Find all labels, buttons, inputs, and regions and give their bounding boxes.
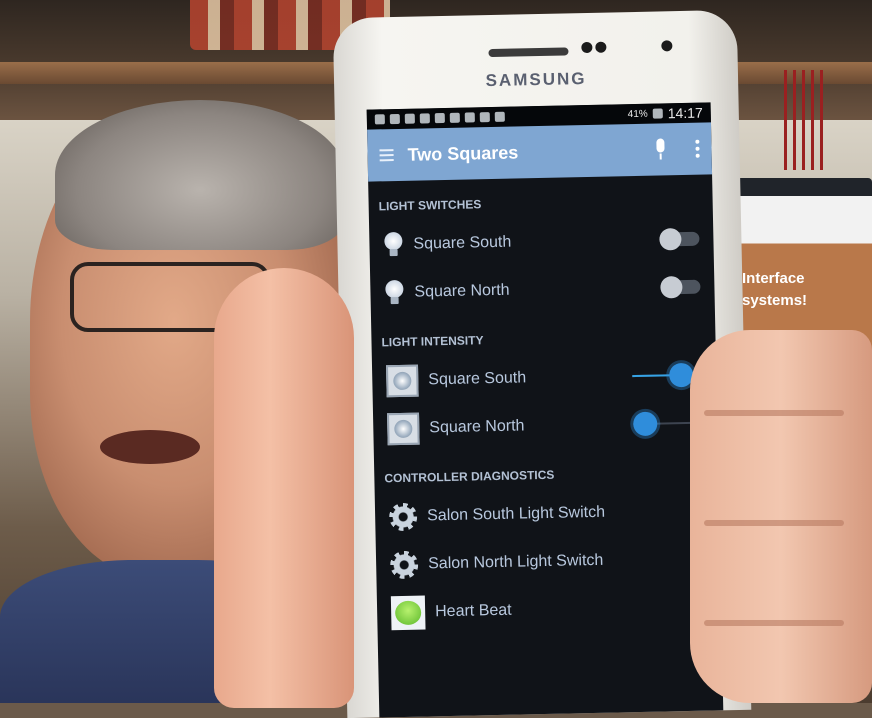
- dimmer-label: Square South: [428, 367, 622, 389]
- switch-row-square-north[interactable]: Square North: [370, 262, 715, 317]
- battery-percentage: 41%: [628, 108, 648, 119]
- person-hair: [55, 100, 345, 250]
- dimmer-row-square-south[interactable]: Square South: [372, 350, 717, 405]
- dimmer-icon: [387, 413, 420, 446]
- phone-sensor: [595, 42, 606, 53]
- wifi-icon: [480, 112, 490, 122]
- person-mouth: [100, 430, 200, 464]
- nfc-icon: [465, 112, 475, 122]
- gear-icon: [390, 551, 419, 580]
- raised-finger: [214, 268, 354, 708]
- app-title: Two Squares: [407, 139, 639, 165]
- dimmer-row-square-north[interactable]: Square North: [373, 398, 718, 453]
- diagnostic-row-salon-north[interactable]: Salon North Light Switch: [376, 534, 721, 589]
- monitor-text-line-2: systems!: [742, 290, 872, 312]
- dimmer-label: Square North: [429, 415, 623, 437]
- notification-icon: [405, 114, 415, 124]
- bulb-icon: [383, 232, 404, 258]
- notification-icon: [420, 113, 430, 123]
- diagnostic-label: Salon South Light Switch: [427, 502, 705, 526]
- bulb-icon: [384, 280, 405, 306]
- cables: [784, 70, 824, 170]
- battery-icon: [653, 108, 663, 118]
- signal-icon: [495, 112, 505, 122]
- overflow-menu-icon[interactable]: [695, 140, 699, 158]
- notification-icon: [450, 113, 460, 123]
- monitor-text-line-1: Interface: [742, 268, 872, 290]
- diagnostic-row-heart-beat[interactable]: Heart Beat: [377, 582, 722, 637]
- diagnostic-label: Heart Beat: [435, 598, 707, 622]
- dimmer-icon: [386, 365, 419, 398]
- smiley-icon: [391, 596, 426, 631]
- app-bar: Two Squares: [367, 122, 712, 181]
- status-clock: 14:17: [668, 105, 703, 122]
- notification-icon: [375, 114, 385, 124]
- switch-row-square-south[interactable]: Square South: [369, 214, 714, 269]
- switch-label: Square North: [414, 279, 652, 302]
- holding-hand: [690, 330, 872, 703]
- phone-speaker: [488, 47, 568, 57]
- gear-icon: [389, 503, 418, 532]
- phone-sensor: [581, 42, 592, 53]
- background-monitor-text: Interface systems!: [742, 268, 872, 312]
- switch-label: Square South: [413, 231, 651, 254]
- diagnostic-row-salon-south[interactable]: Salon South Light Switch: [375, 486, 720, 541]
- knuckle-crease: [704, 520, 844, 526]
- notification-icons: [375, 109, 623, 124]
- front-camera: [661, 40, 672, 51]
- phone-brand: SAMSUNG: [334, 66, 738, 94]
- notification-icon: [435, 113, 445, 123]
- mic-icon[interactable]: [653, 138, 667, 160]
- knuckle-crease: [704, 620, 844, 626]
- slider-thumb[interactable]: [633, 412, 657, 436]
- menu-icon[interactable]: [379, 149, 393, 161]
- toggle-switch[interactable]: [662, 280, 700, 295]
- knuckle-crease: [704, 410, 844, 416]
- notification-icon: [390, 114, 400, 124]
- phone-screen: 41% 14:17 Two Squares LIGHT SWITCHES Squ…: [367, 102, 724, 717]
- diagnostic-label: Salon North Light Switch: [428, 550, 706, 574]
- toggle-switch[interactable]: [661, 232, 699, 247]
- smartphone: SAMSUNG 41% 14:17 Two Squares: [333, 10, 752, 718]
